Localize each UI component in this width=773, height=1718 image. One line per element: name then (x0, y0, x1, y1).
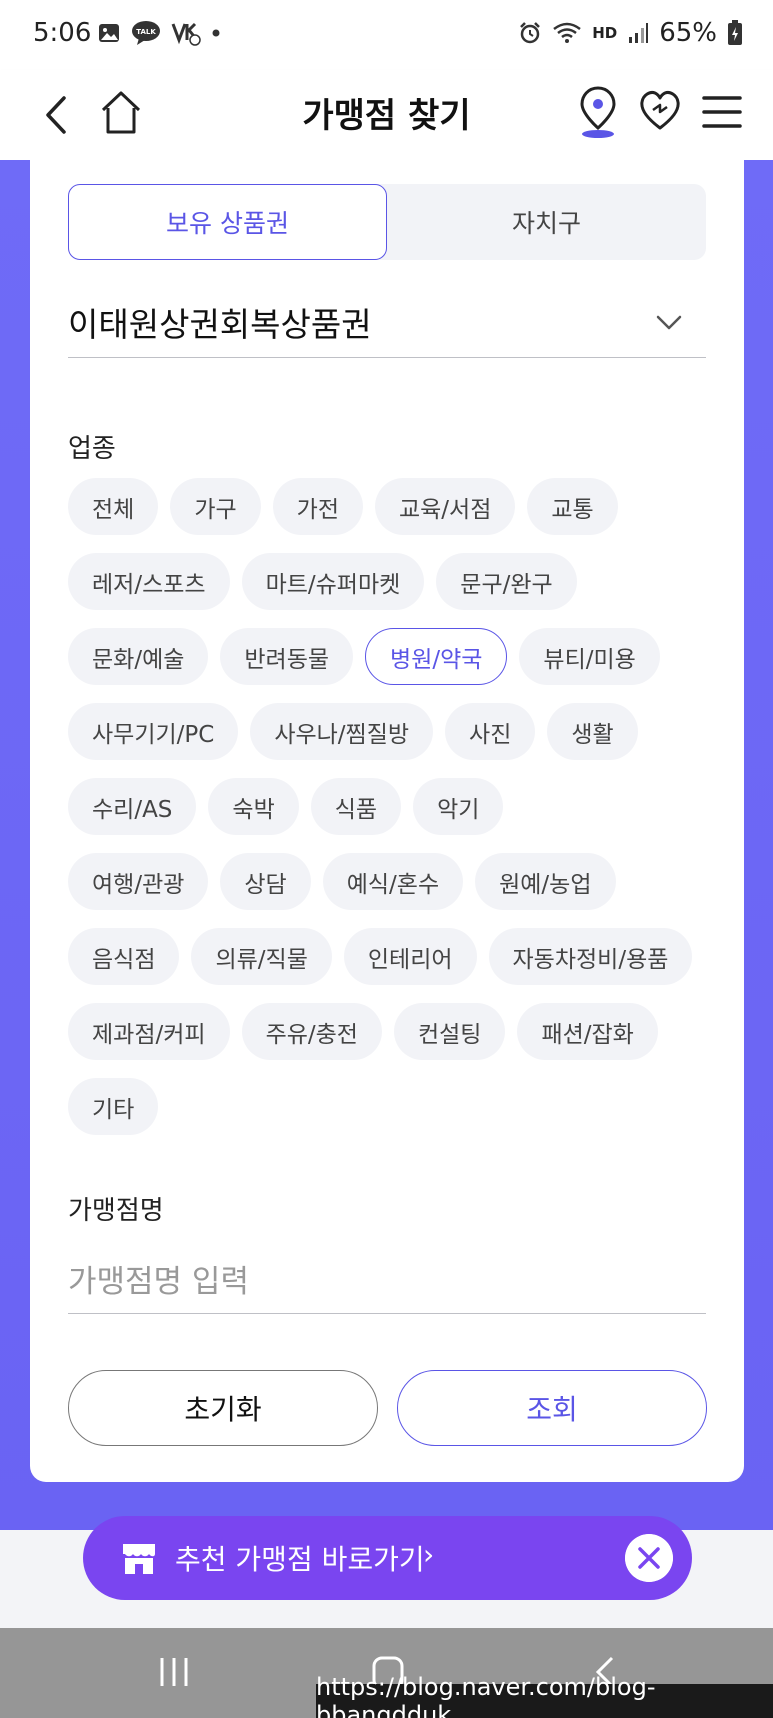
filter-tabs: 보유 상품권 자치구 (68, 184, 706, 260)
category-chip[interactable]: 교통 (527, 478, 618, 535)
shop-icon (123, 1544, 155, 1574)
category-chip[interactable]: 사우나/찜질방 (250, 703, 434, 760)
recent-apps-icon[interactable] (156, 1654, 192, 1690)
category-chip[interactable]: 전체 (68, 478, 159, 535)
category-chip-row: 사무기기/PC 사우나/찜질방 사진 생활 (68, 703, 708, 760)
category-chip-row: 여행/관광 상담 예식/혼수 원예/농업 (68, 853, 708, 910)
category-chips: 전체 가구 가전 교육/서점 교통레저/스포츠 마트/슈퍼마켓 문구/완구문화/예술 반려동물… (68, 478, 708, 1153)
category-chip[interactable]: 문화/예술 (68, 628, 209, 685)
wifi-icon (553, 22, 581, 43)
tab-owned-voucher[interactable]: 보유 상품권 (68, 184, 387, 260)
dot-icon (212, 29, 220, 37)
category-chip-row: 음식점 의류/직물 인테리어 자동차정비/용품 (68, 928, 708, 985)
category-chip[interactable]: 수리/AS (68, 778, 197, 835)
category-chip-row: 수리/AS 숙박 식품 악기 (68, 778, 708, 835)
hd-voice-icon: HD (592, 23, 618, 42)
close-icon[interactable] (625, 1534, 673, 1582)
category-chip-row: 문화/예술 반려동물 병원/약국 뷰티/미용 (68, 628, 708, 685)
vk-icon (171, 22, 201, 46)
category-chip[interactable]: 문구/완구 (436, 553, 577, 610)
search-button[interactable]: 조회 (397, 1370, 707, 1446)
category-chip[interactable]: 마트/슈퍼마켓 (241, 553, 425, 610)
category-chip-row: 제과점/커피 주유/충전 컨설팅 패션/잡화 (68, 1003, 708, 1060)
store-name-input[interactable]: 가맹점명 입력 (68, 1252, 706, 1314)
tab-district[interactable]: 자치구 (387, 184, 706, 260)
category-label: 업종 (68, 434, 116, 464)
status-time: 5:06 (33, 18, 92, 48)
category-chip[interactable]: 여행/관광 (68, 853, 209, 910)
banner-text: 추천 가맹점 바로가기 (175, 1543, 425, 1576)
category-chip[interactable]: 원예/농업 (475, 853, 616, 910)
heart-icon[interactable] (638, 88, 682, 134)
category-chip[interactable]: 교육/서점 (374, 478, 516, 535)
recommended-store-banner[interactable]: 추천 가맹점 바로가기 › (83, 1516, 692, 1600)
category-chip[interactable]: 자동차정비/용품 (488, 928, 693, 985)
category-chip[interactable]: 생활 (547, 703, 638, 760)
battery-percent: 65% (659, 18, 717, 48)
category-chip-row: 전체 가구 가전 교육/서점 교통 (68, 478, 708, 535)
category-chip[interactable]: 악기 (413, 778, 504, 835)
category-chip-row: 레저/스포츠 마트/슈퍼마켓 문구/완구 (68, 553, 708, 610)
category-chip[interactable]: 사무기기/PC (68, 703, 239, 760)
voucher-select-value: 이태원상권회복상품권 (68, 305, 372, 344)
category-chip[interactable]: 인테리어 (343, 928, 477, 985)
signal-icon (629, 23, 649, 43)
voucher-select[interactable]: 이태원상권회복상품권 (68, 290, 706, 358)
category-chip[interactable]: 사진 (445, 703, 536, 760)
status-right-icons: HD 65% (518, 18, 743, 48)
reset-button[interactable]: 초기화 (68, 1370, 378, 1446)
location-pin-icon[interactable] (578, 84, 618, 142)
chevron-down-icon (656, 315, 682, 330)
category-chip[interactable]: 반려동물 (220, 628, 354, 685)
category-chip-row: 기타 (68, 1078, 708, 1135)
category-chip[interactable]: 가구 (170, 478, 261, 535)
chevron-right-icon: › (423, 1538, 435, 1571)
category-chip[interactable]: 식품 (310, 778, 402, 835)
category-chip[interactable]: 컨설팅 (393, 1003, 506, 1060)
store-name-label: 가맹점명 (68, 1196, 164, 1226)
category-chip[interactable]: 의류/직물 (191, 928, 332, 985)
status-bar: 5:06 TALK HD 65% (0, 0, 773, 70)
category-chip[interactable]: 기타 (68, 1078, 159, 1135)
talk-icon: TALK (132, 21, 160, 45)
category-chip[interactable]: 패션/잡화 (517, 1003, 658, 1060)
status-left-icons: TALK (97, 20, 221, 46)
category-chip[interactable]: 숙박 (208, 778, 299, 835)
category-chip[interactable]: 예식/혼수 (322, 853, 464, 910)
app-header: 가맹점 찾기 (0, 70, 773, 160)
blog-watermark: https://blog.naver.com/blog-bbangdduk (316, 1673, 773, 1718)
category-chip[interactable]: 상담 (220, 853, 311, 910)
category-chip[interactable]: 제과점/커피 (68, 1003, 230, 1060)
category-chip[interactable]: 레저/스포츠 (68, 553, 230, 610)
svg-text:TALK: TALK (136, 28, 156, 36)
battery-icon (728, 20, 742, 45)
category-chip[interactable]: 주유/충전 (241, 1003, 382, 1060)
gallery-icon (99, 24, 119, 42)
category-chip[interactable]: 가전 (272, 478, 363, 535)
category-chip[interactable]: 음식점 (68, 928, 180, 985)
menu-icon[interactable] (700, 92, 744, 132)
alarm-icon (520, 22, 541, 44)
category-chip[interactable]: 병원/약국 (365, 628, 508, 685)
category-chip[interactable]: 뷰티/미용 (519, 628, 660, 685)
